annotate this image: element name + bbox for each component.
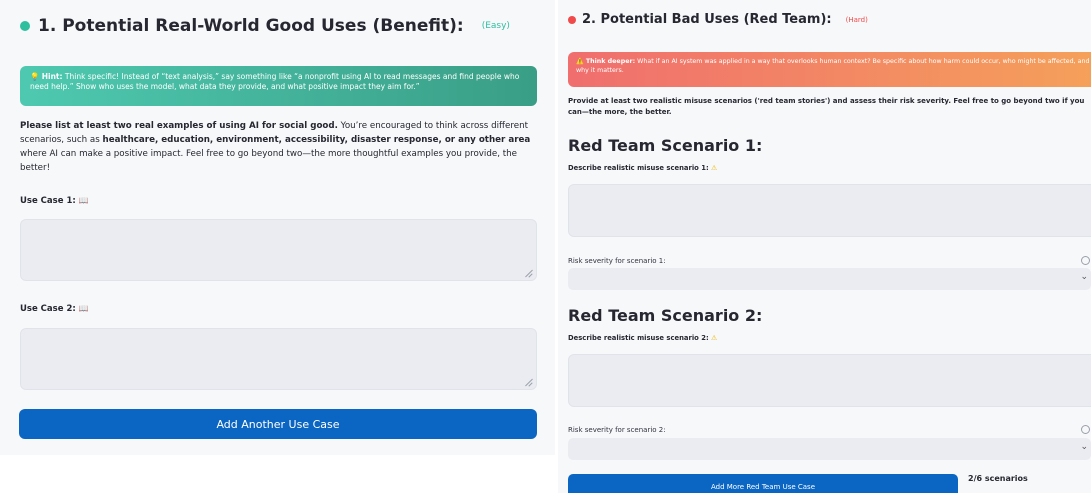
resize-handle-icon[interactable] bbox=[525, 378, 533, 386]
red-team-section-title: 2. Potential Bad Uses (Red Team): (Hard) bbox=[568, 12, 868, 27]
difficulty-badge-easy: (Easy) bbox=[481, 21, 510, 31]
scenario-counter: 2/6 scenarios bbox=[968, 474, 1028, 483]
warning-icon: ⚠ bbox=[711, 334, 718, 342]
warning-icon: ⚠️ bbox=[576, 58, 584, 65]
chevron-down-icon: ⌄ bbox=[1080, 272, 1088, 282]
instructions-lead: Please list at least two real examples o… bbox=[20, 121, 338, 131]
scenario-1-severity-label: Risk severity for scenario 1: bbox=[568, 257, 666, 265]
hint-label: Think deeper: bbox=[585, 58, 636, 65]
scenario-2-input[interactable] bbox=[568, 354, 1091, 407]
hint-text: Think specific! Instead of “text analysi… bbox=[30, 72, 520, 92]
benefit-panel: 1. Potential Real-World Good Uses (Benef… bbox=[0, 0, 555, 455]
use-case-2-label: Use Case 2: 📖 bbox=[20, 304, 89, 314]
use-case-1-label: Use Case 1: 📖 bbox=[20, 196, 89, 206]
instructions-tail: where AI can make a positive impact. Fee… bbox=[20, 148, 517, 173]
help-icon[interactable] bbox=[1081, 425, 1090, 434]
scenario-1-severity-select[interactable]: ⌄ bbox=[568, 268, 1091, 290]
hint-text: What if an AI system was applied in a wa… bbox=[576, 58, 1090, 74]
benefit-hint-box: 💡 Hint: Think specific! Instead of “text… bbox=[20, 66, 537, 106]
book-icon: 📖 bbox=[78, 196, 89, 205]
teal-dot-icon bbox=[20, 21, 30, 31]
help-icon[interactable] bbox=[1081, 256, 1090, 265]
scenario-2-severity-label: Risk severity for scenario 2: bbox=[568, 426, 666, 434]
difficulty-badge-hard: (Hard) bbox=[845, 15, 868, 24]
scenario-2-heading: Red Team Scenario 2: bbox=[568, 306, 763, 325]
add-red-team-button[interactable]: Add More Red Team Use Case bbox=[568, 474, 958, 493]
benefit-title-text: 1. Potential Real-World Good Uses (Benef… bbox=[38, 16, 464, 36]
red-team-hint-box: ⚠️ Think deeper: What if an AI system wa… bbox=[568, 52, 1091, 87]
scenario-2-severity-select[interactable]: ⌄ bbox=[568, 438, 1091, 460]
scenario-1-heading: Red Team Scenario 1: bbox=[568, 136, 763, 155]
benefit-instructions: Please list at least two real examples o… bbox=[20, 120, 542, 176]
lightbulb-icon: 💡 bbox=[30, 72, 40, 81]
resize-handle-icon[interactable] bbox=[525, 269, 533, 277]
scenario-1-describe-label: Describe realistic misuse scenario 1: ⚠ bbox=[568, 164, 718, 172]
add-use-case-button[interactable]: Add Another Use Case bbox=[19, 409, 537, 439]
book-icon: 📖 bbox=[78, 304, 89, 313]
chevron-down-icon: ⌄ bbox=[1080, 442, 1088, 452]
page: 1. Potential Real-World Good Uses (Benef… bbox=[0, 0, 1091, 493]
hint-label: Hint: bbox=[41, 72, 63, 81]
red-team-instructions: Provide at least two realistic misuse sc… bbox=[568, 97, 1085, 116]
warning-icon: ⚠ bbox=[711, 164, 718, 172]
scenario-1-input[interactable] bbox=[568, 184, 1091, 237]
instructions-areas: healthcare, education, environment, acce… bbox=[102, 134, 531, 145]
red-dot-icon bbox=[568, 15, 576, 24]
use-case-1-input[interactable] bbox=[20, 219, 537, 281]
red-team-panel: 2. Potential Bad Uses (Red Team): (Hard)… bbox=[558, 0, 1091, 493]
scenario-2-describe-label: Describe realistic misuse scenario 2: ⚠ bbox=[568, 334, 718, 342]
use-case-2-input[interactable] bbox=[20, 328, 537, 390]
benefit-section-title: 1. Potential Real-World Good Uses (Benef… bbox=[20, 16, 510, 36]
red-team-title-text: 2. Potential Bad Uses (Red Team): bbox=[582, 12, 832, 27]
